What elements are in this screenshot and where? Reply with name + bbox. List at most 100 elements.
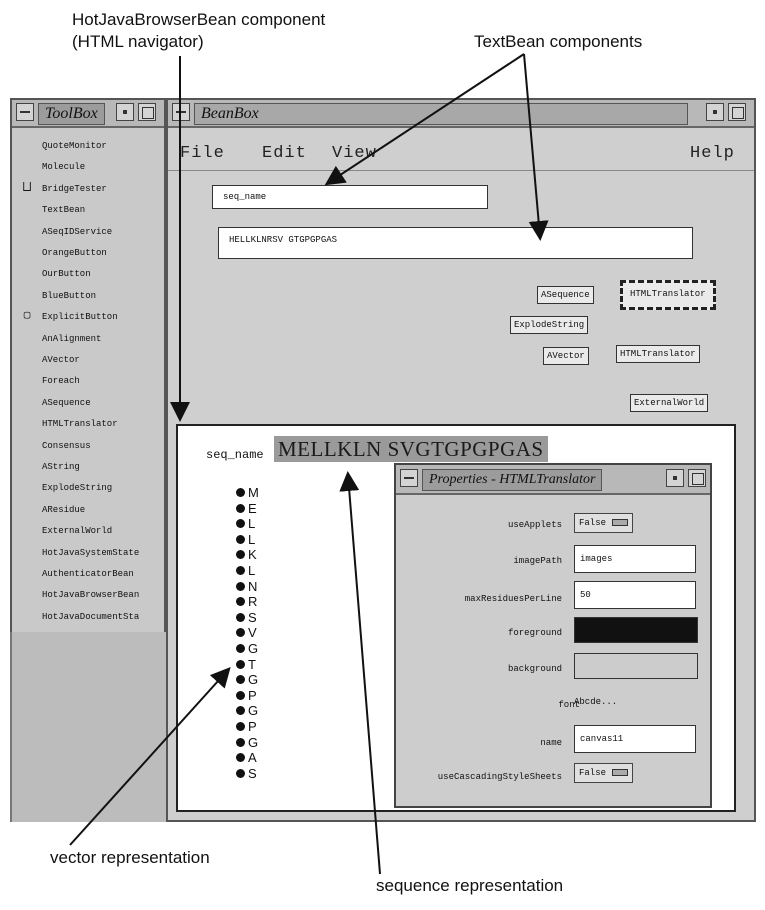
- toolbox-item[interactable]: AnAlignment: [42, 333, 101, 345]
- vector-element[interactable]: L: [236, 564, 255, 578]
- toolbox-item[interactable]: ASequence: [42, 397, 91, 409]
- maximize-button[interactable]: [728, 103, 746, 121]
- bullet-icon: [236, 488, 245, 498]
- htmltranslator-bean[interactable]: HTMLTranslator: [616, 345, 700, 363]
- minimize-button[interactable]: [706, 103, 724, 121]
- minimize-button[interactable]: [666, 469, 684, 487]
- window-menu-button[interactable]: [172, 103, 190, 121]
- background-color-swatch[interactable]: [574, 653, 698, 679]
- avector-bean[interactable]: AVector: [543, 347, 589, 365]
- vector-residue: V: [248, 625, 257, 641]
- bullet-icon: [236, 566, 245, 576]
- vector-residue: M: [248, 485, 259, 500]
- properties-titlebar[interactable]: Properties - HTMLTranslator: [396, 465, 710, 495]
- vector-element[interactable]: S: [236, 609, 257, 625]
- toolbox-window: ToolBox QuoteMonitor Molecule ⨆ BridgeTeste…: [10, 98, 166, 634]
- vector-element[interactable]: E: [236, 501, 257, 516]
- maximize-button[interactable]: [688, 469, 706, 487]
- toolbox-item[interactable]: ASeqIDService: [42, 226, 112, 238]
- bullet-icon: [236, 737, 245, 747]
- vector-element[interactable]: G: [236, 673, 258, 687]
- toolbox-item[interactable]: HotJavaBrowserBean: [42, 589, 139, 601]
- vector-residue: L: [248, 563, 256, 578]
- bullet-icon: [236, 659, 245, 669]
- minimize-button[interactable]: [116, 103, 134, 121]
- imagepath-label: imagePath: [513, 556, 562, 566]
- choice-indicator-icon: [612, 769, 629, 777]
- bullet-icon: [236, 612, 245, 622]
- vector-residue: G: [248, 703, 259, 719]
- externalworld-bean[interactable]: ExternalWorld: [630, 394, 709, 412]
- button-icon: ▢: [23, 310, 31, 323]
- vector-element[interactable]: P: [236, 688, 257, 703]
- asequence-bean[interactable]: ASequence: [537, 286, 594, 304]
- vector-element[interactable]: K: [236, 548, 257, 562]
- menu-help[interactable]: Help: [690, 144, 735, 163]
- foreground-color-swatch[interactable]: [574, 617, 698, 643]
- seq-name-textbean[interactable]: seq_name: [212, 185, 488, 209]
- vector-element[interactable]: T: [236, 656, 256, 672]
- toolbox-item[interactable]: AVector: [42, 354, 80, 366]
- window-menu-button[interactable]: [16, 103, 34, 121]
- bridge-icon: ⨆: [22, 181, 32, 194]
- beanbox-titlebar[interactable]: BeanBox: [168, 100, 754, 128]
- vector-element[interactable]: N: [236, 579, 257, 594]
- vector-residue: A: [248, 750, 257, 766]
- menu-view[interactable]: View: [332, 144, 377, 163]
- vector-element[interactable]: A: [236, 751, 257, 765]
- toolbox-item[interactable]: ExternalWorld: [42, 525, 112, 537]
- name-field[interactable]: canvas11: [574, 725, 696, 753]
- toolbox-titlebar[interactable]: ToolBox: [12, 100, 164, 128]
- toolbox-item[interactable]: HotJavaSystemState: [42, 547, 139, 559]
- vector-element[interactable]: L: [236, 517, 255, 531]
- vector-element[interactable]: G: [236, 704, 258, 718]
- vector-element[interactable]: S: [236, 766, 257, 781]
- vector-element[interactable]: G: [236, 735, 258, 750]
- window-menu-button[interactable]: [400, 469, 418, 487]
- menu-file[interactable]: File: [180, 144, 225, 163]
- vector-residue: T: [248, 656, 256, 672]
- toolbox-item[interactable]: OrangeButton: [42, 247, 107, 259]
- vector-element[interactable]: R: [236, 595, 257, 609]
- toolbox-item[interactable]: QuoteMonitor: [42, 140, 107, 152]
- toolbox-item[interactable]: AuthenticatorBean: [42, 568, 134, 580]
- bullet-icon: [236, 753, 245, 763]
- vector-residue: K: [248, 547, 257, 563]
- toolbox-item[interactable]: HTMLTranslator: [42, 418, 118, 430]
- maxresiduesperline-field[interactable]: 50: [574, 581, 696, 609]
- toolbox-item[interactable]: ExplodeString: [42, 482, 112, 494]
- toolbox-item[interactable]: Molecule: [42, 161, 85, 173]
- name-label: name: [540, 738, 562, 748]
- maximize-button[interactable]: [138, 103, 156, 121]
- font-value[interactable]: Abcde...: [574, 697, 617, 707]
- toolbox-item[interactable]: TextBean: [42, 204, 85, 216]
- toolbox-item[interactable]: AString: [42, 461, 80, 473]
- toolbox-item[interactable]: BridgeTester: [42, 183, 107, 195]
- vector-element[interactable]: L: [236, 531, 256, 547]
- toolbox-item[interactable]: HotJavaDocumentSta: [42, 611, 139, 623]
- toolbox-item[interactable]: BlueButton: [42, 290, 96, 302]
- htmltranslator-bean-selected[interactable]: HTMLTranslator: [620, 280, 716, 310]
- useapplets-choice[interactable]: False: [574, 513, 634, 533]
- explodestring-bean[interactable]: ExplodeString: [510, 316, 589, 334]
- vector-residue: L: [248, 531, 256, 547]
- toolbox-item[interactable]: Consensus: [42, 440, 91, 452]
- callout-hotjava-subtitle: (HTML navigator): [72, 32, 204, 51]
- menu-bar: File Edit View Help: [168, 138, 754, 171]
- menu-edit[interactable]: Edit: [262, 144, 307, 163]
- callout-sequence: sequence representation: [376, 876, 564, 895]
- vector-element[interactable]: M: [236, 486, 259, 500]
- bullet-icon: [236, 722, 245, 732]
- toolbox-item[interactable]: ExplicitButton: [42, 311, 118, 323]
- toolbox-item[interactable]: OurButton: [42, 268, 91, 280]
- imagepath-field[interactable]: images: [574, 545, 696, 573]
- toolbox-item[interactable]: Foreach: [42, 375, 80, 387]
- toolbox-item[interactable]: AResidue: [42, 504, 85, 516]
- vector-element[interactable]: P: [236, 720, 257, 734]
- usecascadingstylesheets-choice[interactable]: False: [574, 763, 634, 783]
- vector-element[interactable]: G: [236, 642, 258, 656]
- sequence-textbean[interactable]: HELLKLNRSV GTGPGPGAS: [218, 227, 693, 259]
- vector-residue: S: [248, 609, 257, 625]
- vector-residue: G: [248, 641, 259, 656]
- vector-element[interactable]: V: [236, 626, 257, 640]
